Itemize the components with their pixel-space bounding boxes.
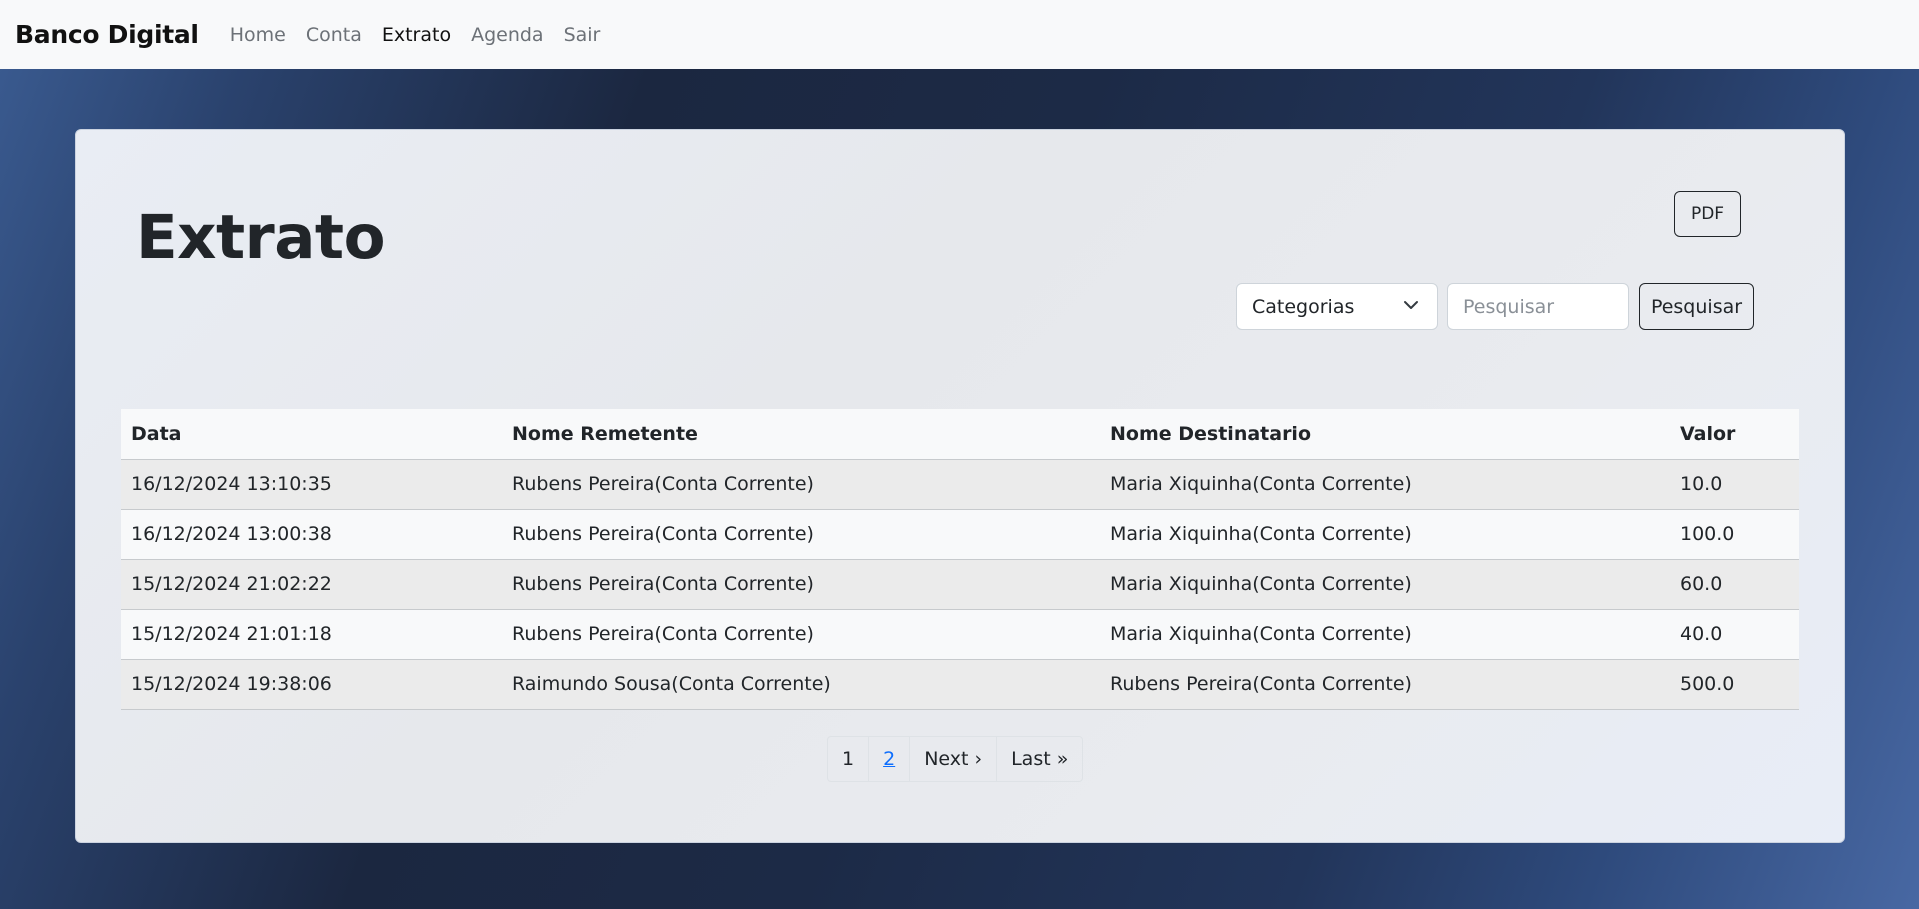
cell-data: 15/12/2024 19:38:06 [121, 659, 502, 710]
cell-destinatario: Maria Xiquinha(Conta Corrente) [1100, 609, 1670, 660]
cell-valor: 100.0 [1670, 509, 1799, 560]
header-valor: Valor [1670, 409, 1799, 460]
transactions-table: Data Nome Remetente Nome Destinatario Va… [121, 409, 1799, 710]
category-select-value: Categorias [1252, 295, 1355, 318]
cell-destinatario: Maria Xiquinha(Conta Corrente) [1100, 459, 1670, 510]
cell-data: 16/12/2024 13:00:38 [121, 509, 502, 560]
cell-data: 15/12/2024 21:01:18 [121, 609, 502, 660]
page-title: Extrato [136, 202, 386, 273]
chevron-down-icon [1404, 301, 1418, 309]
nav-link-extrato[interactable]: Extrato [382, 24, 451, 46]
table-row: 15/12/2024 19:38:06 Raimundo Sousa(Conta… [121, 659, 1799, 710]
cell-destinatario: Maria Xiquinha(Conta Corrente) [1100, 509, 1670, 560]
cell-destinatario: Maria Xiquinha(Conta Corrente) [1100, 559, 1670, 610]
cell-remetente: Rubens Pereira(Conta Corrente) [502, 609, 1100, 660]
nav-link-sair[interactable]: Sair [564, 24, 601, 46]
pagination: 1 2 Next › Last » [827, 736, 1084, 782]
cell-valor: 10.0 [1670, 459, 1799, 510]
cell-destinatario: Rubens Pereira(Conta Corrente) [1100, 659, 1670, 710]
cell-data: 15/12/2024 21:02:22 [121, 559, 502, 610]
cell-remetente: Rubens Pereira(Conta Corrente) [502, 509, 1100, 560]
table-row: 16/12/2024 13:00:38 Rubens Pereira(Conta… [121, 509, 1799, 560]
table-row: 16/12/2024 13:10:35 Rubens Pereira(Conta… [121, 459, 1799, 510]
extrato-card: Extrato PDF Categorias Pesquisar Data No… [75, 129, 1845, 843]
cell-remetente: Rubens Pereira(Conta Corrente) [502, 559, 1100, 610]
search-button[interactable]: Pesquisar [1639, 283, 1754, 330]
header-nome-remetente: Nome Remetente [502, 409, 1100, 460]
table-row: 15/12/2024 21:02:22 Rubens Pereira(Conta… [121, 559, 1799, 610]
last-page-link[interactable]: Last » [996, 736, 1084, 782]
cell-data: 16/12/2024 13:10:35 [121, 459, 502, 510]
top-navbar: Banco Digital Home Conta Extrato Agenda … [0, 0, 1919, 69]
pdf-button[interactable]: PDF [1674, 191, 1741, 237]
page-2-link[interactable]: 2 [868, 736, 911, 782]
header-data: Data [121, 409, 502, 460]
nav-link-conta[interactable]: Conta [306, 24, 362, 46]
cell-valor: 60.0 [1670, 559, 1799, 610]
page-1: 1 [827, 736, 870, 782]
table-row: 15/12/2024 21:01:18 Rubens Pereira(Conta… [121, 609, 1799, 660]
nav-link-agenda[interactable]: Agenda [471, 24, 544, 46]
cell-valor: 40.0 [1670, 609, 1799, 660]
header-nome-destinatario: Nome Destinatario [1100, 409, 1670, 460]
cell-remetente: Raimundo Sousa(Conta Corrente) [502, 659, 1100, 710]
brand-logo-text[interactable]: Banco Digital [15, 20, 199, 49]
search-input[interactable] [1447, 283, 1629, 330]
table-header-row: Data Nome Remetente Nome Destinatario Va… [121, 409, 1799, 460]
category-select[interactable]: Categorias [1236, 283, 1438, 330]
cell-remetente: Rubens Pereira(Conta Corrente) [502, 459, 1100, 510]
cell-valor: 500.0 [1670, 659, 1799, 710]
next-page-link[interactable]: Next › [909, 736, 998, 782]
nav-link-home[interactable]: Home [230, 24, 286, 46]
